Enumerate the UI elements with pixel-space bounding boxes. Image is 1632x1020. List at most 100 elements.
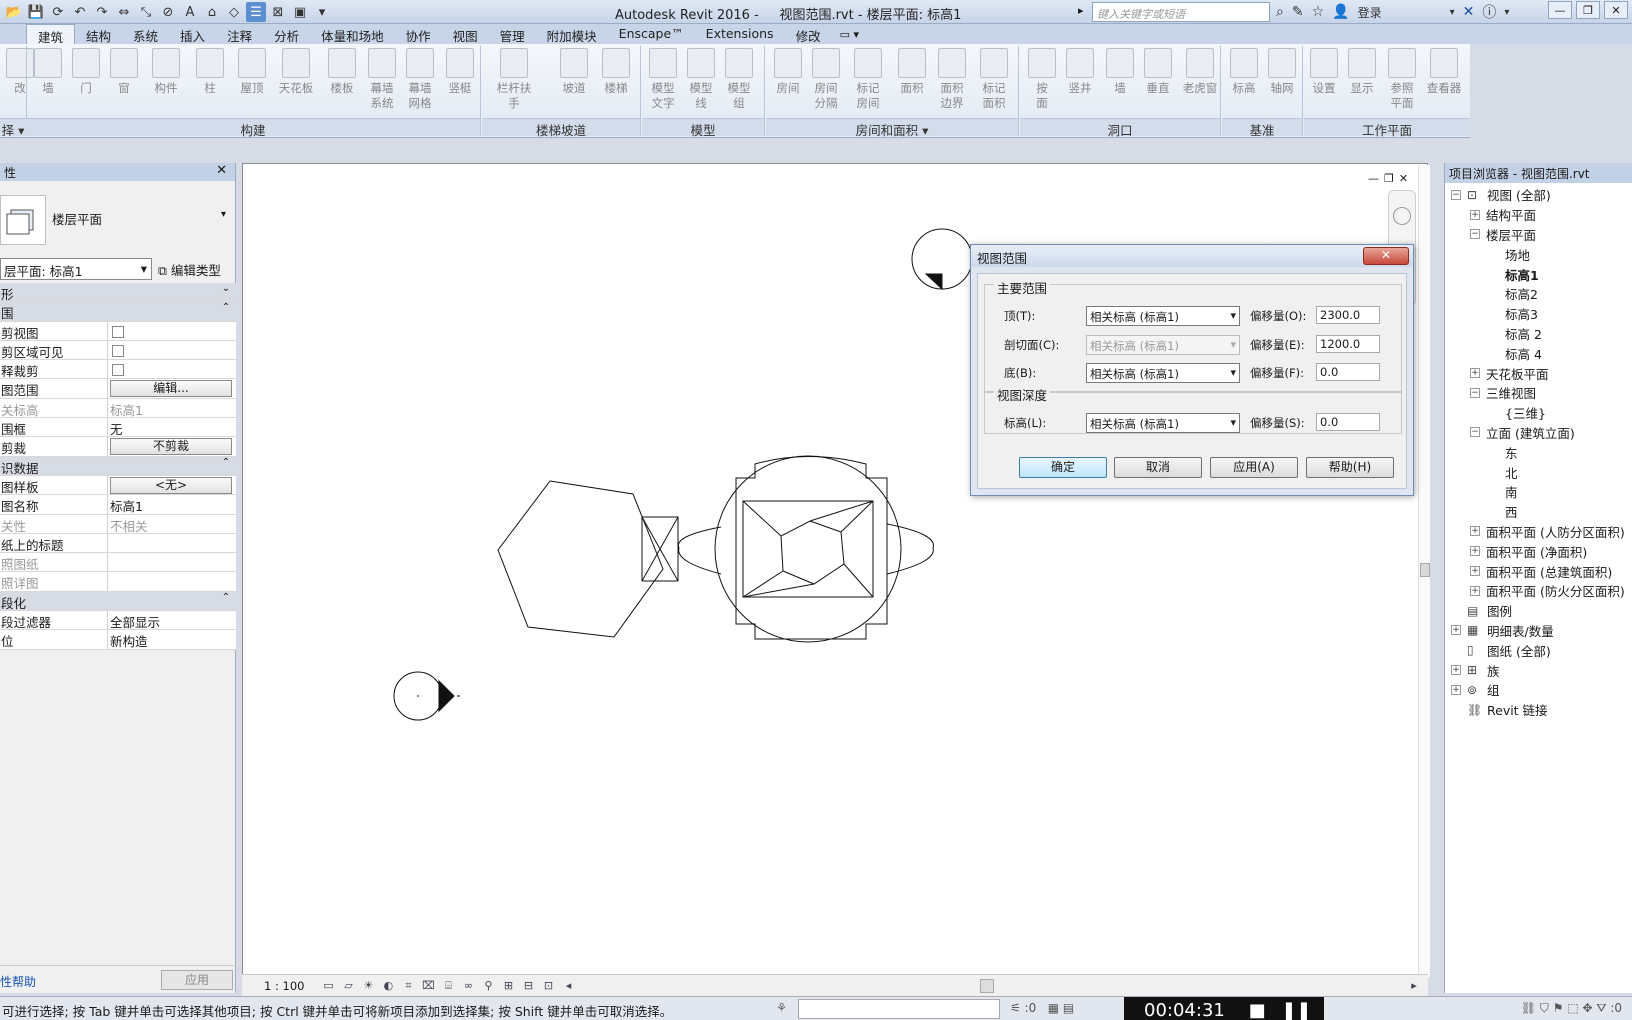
collapse-icon[interactable]: − <box>1470 427 1480 438</box>
expand-icon[interactable]: + <box>1470 368 1480 379</box>
ribbon-button[interactable]: 幕墙 系统 <box>362 48 402 120</box>
scroll-right-icon[interactable]: ▸ <box>1406 979 1422 993</box>
crop-view-icon[interactable]: ⌧ <box>420 979 436 993</box>
tab-item[interactable]: 系统 <box>122 24 169 44</box>
constraints-icon[interactable]: ⊡ <box>540 979 556 993</box>
exchange-apps-icon[interactable]: ✕ <box>1463 4 1475 20</box>
ribbon-button[interactable]: 设置 <box>1304 48 1344 120</box>
inner-hexagon[interactable] <box>742 500 874 598</box>
property-value[interactable]: 新构造 <box>108 630 236 649</box>
sync-icon[interactable]: ⟳ <box>48 2 68 22</box>
measure-icon[interactable]: ⇔ <box>114 2 134 22</box>
minimize-icon[interactable]: — <box>1548 1 1572 19</box>
ribbon-minimize-icon[interactable]: ▭ ▾ <box>840 28 859 44</box>
pause-icon[interactable]: ❚❚ <box>1281 1000 1311 1020</box>
save-icon[interactable]: 💾 <box>26 2 46 22</box>
drag-elements-icon[interactable]: ✥ <box>1583 1001 1593 1015</box>
close-icon[interactable]: ✕ <box>216 163 227 178</box>
temporary-hide-icon[interactable]: ∞ <box>460 979 476 993</box>
properties-help-link[interactable]: 性帮助 <box>0 973 36 990</box>
ribbon-panel-title[interactable]: 楼梯坡道 <box>482 118 640 138</box>
main-model-icon[interactable]: ▦ <box>1048 1001 1059 1015</box>
ribbon-button[interactable]: 楼板 <box>322 48 362 120</box>
browser-tree-item[interactable]: 标高2 <box>1445 284 1632 304</box>
ribbon-button[interactable]: 标高 <box>1224 48 1264 120</box>
expand-icon[interactable]: + <box>1451 665 1461 676</box>
cut-offset-input[interactable]: 1200.0 <box>1316 335 1380 353</box>
browser-tree-item[interactable]: ⛓ Revit 链接 <box>1445 700 1632 720</box>
ribbon-button[interactable]: 标记 房间 <box>848 48 888 120</box>
ribbon-button[interactable]: 老虎窗 <box>1180 48 1220 120</box>
ribbon-button[interactable]: 幕墙 网格 <box>400 48 440 120</box>
browser-tree-item[interactable]: + 结构平面 <box>1445 205 1632 225</box>
help-dropdown-icon[interactable]: ▾ <box>1504 7 1509 18</box>
close-icon[interactable]: ✕ <box>1604 1 1628 19</box>
collapse-icon[interactable]: ⌃ <box>216 302 236 320</box>
browser-tree-item[interactable]: 标高3 <box>1445 304 1632 324</box>
browser-tree-item[interactable]: + ▦ 明细表/数量 <box>1445 621 1632 641</box>
shadows-icon[interactable]: ◐ <box>380 979 396 993</box>
tab-item[interactable]: 视图 <box>442 24 489 44</box>
property-checkbox[interactable] <box>112 364 124 377</box>
thin-lines-icon[interactable]: ☰ <box>246 2 266 22</box>
property-group-header[interactable]: 形 ⌄ <box>0 283 236 303</box>
close-icon[interactable]: ✕ <box>1399 172 1408 185</box>
cut-plane-select[interactable]: 相关标高 (标高1) <box>1086 335 1240 355</box>
tab-item[interactable]: 管理 <box>489 24 536 44</box>
ribbon-button[interactable]: 屋顶 <box>232 48 272 120</box>
cancel-button[interactable]: 取消 <box>1114 457 1202 478</box>
property-group-header[interactable]: 段化 ⌃ <box>0 591 236 612</box>
tab-item[interactable]: 插入 <box>169 24 216 44</box>
section-icon[interactable]: ◇ <box>224 2 244 22</box>
restore-icon[interactable]: ❐ <box>1384 172 1394 185</box>
ribbon-button[interactable]: 墙 <box>1100 48 1140 120</box>
apply-button[interactable]: 应用 <box>161 970 233 990</box>
browser-tree-item[interactable]: − 立面 (建筑立面) <box>1445 423 1632 443</box>
tag-icon[interactable]: ⊘ <box>158 2 178 22</box>
render-icon[interactable]: ⌗ <box>400 979 416 993</box>
ribbon-panel-title[interactable]: 洞口 <box>1020 118 1220 138</box>
tab-item[interactable]: 协作 <box>395 24 442 44</box>
browser-tree-item[interactable]: + 面积平面 (总建筑面积) <box>1445 561 1632 581</box>
ribbon-button[interactable]: 竖梃 <box>440 48 480 120</box>
ribbon-panel-title[interactable]: 工作平面 <box>1304 118 1470 138</box>
browser-tree-item[interactable]: 东 <box>1445 442 1632 462</box>
elevation-marker-bottom[interactable] <box>393 671 460 721</box>
scroll-left-icon[interactable]: ◂ <box>560 979 576 993</box>
tab-item[interactable]: 注释 <box>216 24 263 44</box>
tab-item[interactable]: 分析 <box>263 24 310 44</box>
connector-element[interactable] <box>641 516 679 582</box>
apply-dialog-button[interactable]: 应用(A) <box>1210 457 1298 478</box>
ribbon-button[interactable]: 窗 <box>104 48 144 120</box>
property-value[interactable]: 无 <box>108 418 236 437</box>
detail-level-icon[interactable]: ▭ <box>320 979 336 993</box>
browser-tree-item[interactable]: 西 <box>1445 502 1632 522</box>
ribbon-button[interactable]: 模型 组 <box>719 48 759 120</box>
property-value[interactable] <box>108 533 236 553</box>
text-icon[interactable]: A <box>180 2 200 22</box>
property-button[interactable]: <无> <box>110 476 232 494</box>
ribbon-button[interactable]: 柱 <box>190 48 230 120</box>
expand-icon[interactable]: + <box>1470 585 1480 596</box>
bottom-level-select[interactable]: 相关标高 (标高1) <box>1086 363 1240 383</box>
3d-view-icon[interactable]: ⌂ <box>202 2 222 22</box>
edit-type-button[interactable]: ⧉ 编辑类型 <box>158 260 221 279</box>
select-underlay-icon[interactable]: ⛉ <box>1540 1001 1549 1015</box>
login-dropdown-icon[interactable]: ▾ <box>1450 7 1455 18</box>
browser-tree-item[interactable]: 标高 2 <box>1445 324 1632 344</box>
browser-tree-item[interactable]: 南 <box>1445 482 1632 502</box>
browser-tree-item[interactable]: − 楼层平面 <box>1445 225 1632 245</box>
sun-path-icon[interactable]: ☀ <box>360 979 376 993</box>
ribbon-button[interactable]: 坡道 <box>554 48 594 120</box>
tab-item[interactable]: 建筑 <box>26 24 76 45</box>
search-expand-icon[interactable]: ▸ <box>1078 4 1084 17</box>
help-button[interactable]: 帮助(H) <box>1306 457 1394 478</box>
expand-icon[interactable]: + <box>1470 546 1480 557</box>
ribbon-button[interactable]: 模型 线 <box>681 48 721 120</box>
browser-tree-item[interactable]: {三维} <box>1445 403 1632 423</box>
expand-icon[interactable]: + <box>1451 684 1461 695</box>
ribbon-button[interactable]: 门 <box>66 48 106 120</box>
collapse-icon[interactable]: − <box>1451 189 1461 200</box>
user-icon[interactable]: 👤 <box>1332 4 1349 20</box>
open-icon[interactable]: 📂 <box>4 2 24 22</box>
